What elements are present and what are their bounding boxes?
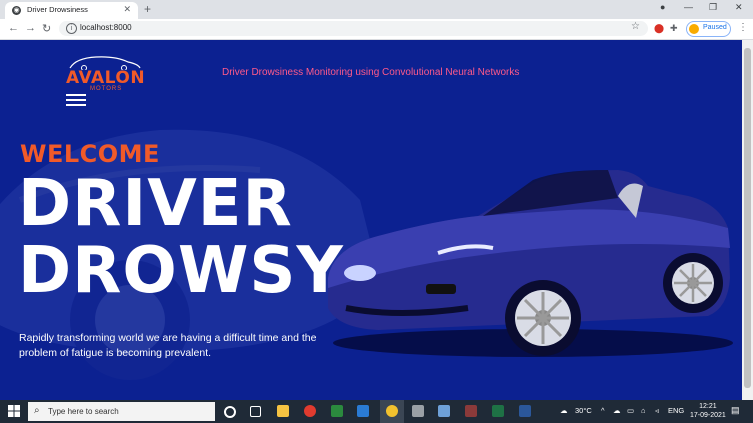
extensions-puzzle-icon[interactable]: ✚ xyxy=(670,23,678,34)
notepad-icon[interactable] xyxy=(438,405,450,417)
tray-chevron-icon[interactable]: ^ xyxy=(601,406,605,415)
page-scrollbar[interactable] xyxy=(742,40,753,400)
chrome-icon[interactable] xyxy=(386,405,398,417)
new-tab-icon[interactable]: + xyxy=(144,2,151,16)
pycharm-icon[interactable] xyxy=(331,405,343,417)
restore-icon[interactable]: ❐ xyxy=(709,2,717,13)
winrar-icon[interactable] xyxy=(465,405,477,417)
vscode-icon[interactable] xyxy=(357,405,369,417)
extension-icon[interactable]: ⬤ xyxy=(654,23,664,34)
browser-toolbar: ← → ↻ i localhost:8000 ☆ ⬤ ✚ xyxy=(0,19,753,40)
site-info-icon[interactable]: i xyxy=(66,23,77,34)
windows-taskbar: ⌕ Type here to search ☁ 30°C ^ ☁ ▭ ⌂ ◃ E… xyxy=(0,400,753,423)
temperature-text: 30°C xyxy=(575,406,592,415)
back-icon[interactable]: ← xyxy=(8,22,19,34)
profile-button[interactable]: Paused xyxy=(686,21,731,37)
onedrive-icon[interactable]: ☁ xyxy=(613,406,621,415)
hamburger-menu-icon[interactable] xyxy=(66,94,86,106)
windows-start-icon[interactable] xyxy=(8,405,20,417)
word-icon[interactable] xyxy=(519,405,531,417)
clock-time: 12:21 xyxy=(699,403,717,410)
tab-strip: ◉ Driver Drowsiness ✕ + ● — ❐ ✕ xyxy=(0,0,753,19)
avatar xyxy=(689,24,699,34)
chrome-media-icon[interactable]: ● xyxy=(660,2,665,12)
globe-icon: ◉ xyxy=(12,6,21,15)
hero-title-line1: DRIVER xyxy=(18,167,293,241)
sports-car-image xyxy=(328,170,733,357)
notification-icon[interactable]: ▤ xyxy=(731,405,740,416)
close-window-icon[interactable]: ✕ xyxy=(735,2,743,13)
database-icon[interactable] xyxy=(412,405,424,417)
close-tab-icon[interactable]: ✕ xyxy=(123,4,131,15)
network-icon[interactable]: ⌂ xyxy=(641,406,646,415)
taskbar-search-input[interactable]: ⌕ Type here to search xyxy=(28,402,215,421)
minimize-icon[interactable]: — xyxy=(684,2,693,12)
hero-description: Rapidly transforming world we are having… xyxy=(19,332,317,359)
browser-tab[interactable]: ◉ Driver Drowsiness ✕ xyxy=(5,2,138,19)
weather-cloud-icon[interactable]: ☁ xyxy=(560,406,568,415)
reload-icon[interactable]: ↻ xyxy=(42,22,51,35)
opera-icon[interactable] xyxy=(304,405,316,417)
logo-subtext: MOTORS xyxy=(90,86,123,92)
address-bar[interactable]: i localhost:8000 ☆ xyxy=(59,21,648,36)
web-page: AVALON MOTORS Driver Drowsiness Monitori… xyxy=(0,40,742,400)
bookmark-star-icon[interactable]: ☆ xyxy=(631,21,640,32)
excel-icon[interactable] xyxy=(492,405,504,417)
task-view-icon[interactable] xyxy=(250,406,261,417)
volume-icon[interactable]: ◃ xyxy=(655,406,659,415)
search-placeholder: Type here to search xyxy=(48,407,119,416)
scrollbar-thumb[interactable] xyxy=(744,48,751,388)
taskbar-clock[interactable]: 12:21 17-09-2021 xyxy=(690,402,726,420)
file-explorer-icon[interactable] xyxy=(277,405,289,417)
search-icon: ⌕ xyxy=(34,405,40,416)
welcome-heading: WELCOME xyxy=(20,140,160,168)
chrome-menu-icon[interactable]: ⋮ xyxy=(738,22,748,33)
logo-text: AVALON xyxy=(66,68,146,88)
language-indicator[interactable]: ENG xyxy=(668,406,684,415)
url-text: localhost:8000 xyxy=(80,23,132,32)
clock-date: 17-09-2021 xyxy=(690,412,726,419)
cortana-icon[interactable] xyxy=(224,406,236,418)
page-header-title: Driver Drowsiness Monitoring using Convo… xyxy=(222,67,520,78)
battery-icon[interactable]: ▭ xyxy=(627,406,634,415)
forward-icon[interactable]: → xyxy=(25,22,36,34)
profile-status: Paused xyxy=(703,24,727,31)
tab-title: Driver Drowsiness xyxy=(27,5,88,14)
